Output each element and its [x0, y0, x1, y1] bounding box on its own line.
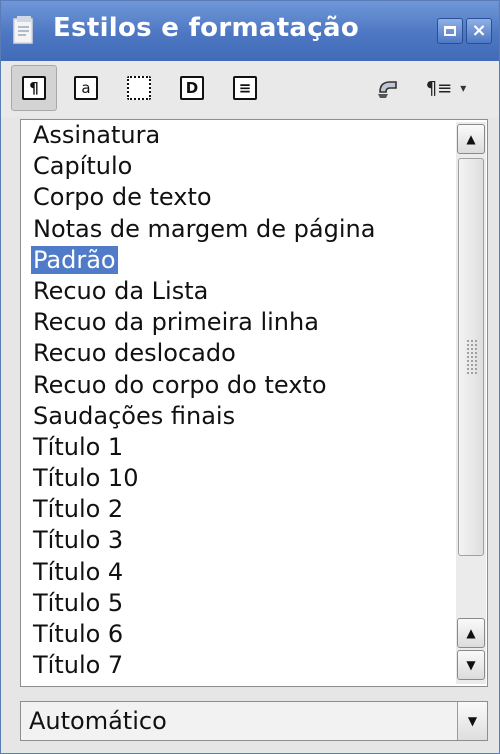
chevron-down-icon: ▼ — [466, 658, 476, 672]
list-item-label: Título 6 — [33, 620, 124, 648]
list-item-label: Padrão — [31, 245, 118, 274]
styles-formatting-window: Estilos e formatação × ¶ a D ≡ ¶≡ ▾ Assi… — [0, 0, 500, 754]
list-item-label: Assinatura — [33, 121, 161, 149]
list-styles-icon: ≡ — [233, 76, 257, 100]
list-item-label: Título 3 — [33, 526, 124, 555]
list-item-label: Recuo do corpo do texto — [33, 370, 327, 399]
style-category-toolbar: ¶ a D ≡ ¶≡ ▾ — [1, 61, 499, 117]
list-item[interactable]: Capítulo — [21, 151, 451, 182]
character-styles-icon: a — [74, 76, 98, 100]
window-title: Estilos e formatação — [53, 13, 359, 43]
list-item[interactable]: Notas de margem de página — [21, 214, 451, 245]
dropdown-button[interactable]: ▼ — [457, 702, 487, 740]
list-item-label: Título 5 — [33, 588, 124, 617]
scroll-up-button[interactable]: ▲ — [457, 124, 485, 154]
styles-list[interactable]: Assinatura Capítulo Corpo de texto Notas de… — [20, 119, 488, 687]
list-item-label: Corpo de texto — [33, 183, 212, 212]
list-item-label: Recuo da primeira linha — [33, 308, 319, 337]
fill-format-icon — [378, 81, 397, 98]
list-item[interactable]: Saudações finais — [21, 401, 451, 432]
chevron-up-icon: ▲ — [466, 132, 476, 146]
list-item-label: Recuo deslocado — [33, 339, 236, 368]
list-item[interactable]: Recuo da Lista — [21, 276, 451, 307]
list-item[interactable]: Título 3 — [21, 525, 451, 556]
scroll-up-button-lower[interactable]: ▲ — [457, 618, 485, 648]
list-item-label: Saudações finais — [33, 401, 236, 430]
new-style-icon: ¶≡ — [425, 77, 453, 99]
grip-icon — [466, 339, 478, 375]
list-item[interactable]: Título 4 — [21, 557, 451, 588]
styles-list-items: Assinatura Capítulo Corpo de texto Notas de… — [21, 120, 451, 686]
list-item-label: Notas de margem de página — [33, 214, 376, 243]
new-style-from-selection-button[interactable]: ¶≡ ▾ — [415, 65, 477, 111]
list-item[interactable]: Título 1 — [21, 432, 451, 463]
list-item-label: Capítulo — [33, 152, 133, 181]
style-filter-dropdown[interactable]: Automático ▼ — [20, 701, 488, 741]
chevron-down-icon: ▼ — [467, 714, 478, 728]
list-item[interactable]: Recuo do corpo do texto — [21, 370, 451, 401]
paragraph-styles-icon: ¶ — [22, 76, 46, 100]
list-item[interactable]: Título 10 — [21, 463, 451, 494]
list-item[interactable]: Título 6 — [21, 619, 451, 650]
list-item[interactable]: Recuo deslocado — [21, 338, 451, 369]
list-item[interactable]: Título 7 — [21, 650, 451, 681]
close-button[interactable]: × — [466, 18, 492, 44]
list-styles-button[interactable]: ≡ — [222, 65, 268, 111]
list-item-label: Título 4 — [33, 557, 124, 586]
page-styles-button[interactable]: D — [169, 65, 215, 111]
list-item-label: Título 1 — [33, 432, 124, 461]
scrollbar-thumb[interactable] — [458, 158, 484, 556]
list-item[interactable]: Assinatura — [21, 120, 451, 151]
chevron-down-icon[interactable]: ▾ — [460, 81, 466, 95]
style-filter-value: Automático — [29, 707, 167, 735]
character-styles-button[interactable]: a — [63, 65, 109, 111]
list-item-label: Título 10 — [33, 464, 139, 493]
list-item[interactable]: Título 2 — [21, 494, 451, 525]
list-item[interactable]: Título 5 — [21, 588, 451, 619]
frame-styles-icon — [127, 76, 151, 100]
list-item-label: Título 7 — [33, 651, 124, 680]
close-icon: × — [471, 20, 487, 41]
title-bar[interactable]: Estilos e formatação × — [1, 1, 499, 61]
restore-icon — [444, 26, 456, 36]
vertical-scrollbar[interactable]: ▲ ▲ ▼ — [456, 122, 486, 684]
list-item[interactable]: Padrão — [21, 245, 451, 276]
list-item-label: Recuo da Lista — [33, 276, 209, 305]
styles-document-icon — [13, 16, 33, 44]
list-item[interactable]: Recuo da primeira linha — [21, 307, 451, 338]
restore-button[interactable] — [437, 18, 463, 44]
fill-format-mode-button[interactable] — [365, 65, 411, 111]
chevron-up-icon: ▲ — [466, 626, 476, 640]
list-item[interactable]: Corpo de texto — [21, 182, 451, 213]
frame-styles-button[interactable] — [116, 65, 162, 111]
list-item-label: Título 2 — [33, 495, 124, 524]
page-styles-icon: D — [180, 76, 204, 100]
paragraph-styles-button[interactable]: ¶ — [11, 65, 57, 111]
scroll-down-button[interactable]: ▼ — [457, 650, 485, 680]
